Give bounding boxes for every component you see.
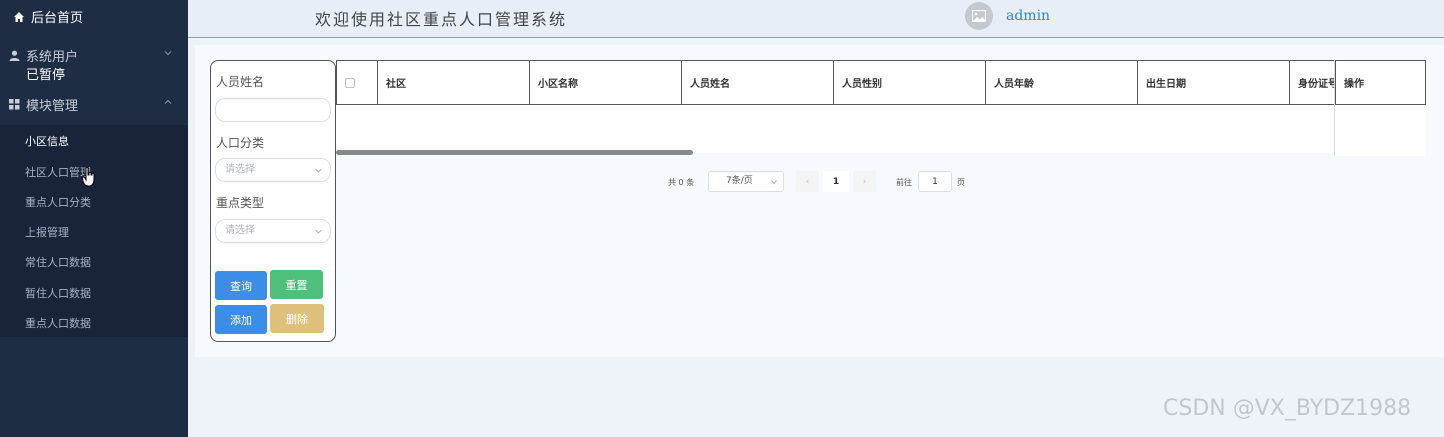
- column-header[interactable]: 身份证号: [1290, 61, 1340, 104]
- name-input[interactable]: [215, 98, 331, 122]
- reset-button[interactable]: 重置: [270, 270, 323, 299]
- user-status-label: 已暂停: [26, 68, 66, 83]
- key-type-select[interactable]: 请选择: [215, 219, 331, 243]
- home-icon: [14, 11, 24, 22]
- chevron-down-icon: [771, 180, 777, 185]
- sidebar-home[interactable]: 后台首页: [0, 0, 188, 33]
- image-icon: [972, 10, 986, 22]
- current-page[interactable]: 1: [823, 171, 849, 192]
- operation-column: 操作: [1334, 60, 1426, 156]
- page-title: 欢迎使用社区重点人口管理系统: [315, 10, 568, 29]
- table-header: 社区 小区名称 人员姓名 人员性别 人员年龄 出生日期 身份证号: [336, 60, 1426, 105]
- sidebar-item-temporary-data[interactable]: 暂住人口数据: [0, 278, 188, 308]
- chevron-up-icon: [164, 99, 172, 104]
- delete-button[interactable]: 删除: [270, 304, 324, 333]
- sidebar-item-key-category[interactable]: 重点人口分类: [0, 187, 188, 217]
- page-size-select[interactable]: 7条/页: [708, 171, 784, 192]
- sidebar-item-community-info[interactable]: 小区信息: [0, 126, 188, 156]
- page-size-value: 7条/页: [726, 176, 753, 186]
- category-label: 人口分类: [216, 136, 265, 150]
- operation-header: 操作: [1335, 60, 1426, 105]
- sidebar-group-modules[interactable]: 模块管理: [0, 94, 188, 114]
- pagination-total: 共 0 条: [668, 178, 695, 187]
- sidebar-group-users-label: 系统用户: [26, 49, 79, 65]
- sidebar-item-resident-data[interactable]: 常住人口数据: [0, 247, 188, 277]
- top-header: 欢迎使用社区重点人口管理系统 admin: [188, 0, 1444, 38]
- avatar[interactable]: [965, 2, 993, 30]
- column-header[interactable]: 小区名称: [530, 61, 682, 104]
- watermark: CSDN @VX_BYDZ1988: [1163, 396, 1412, 421]
- column-header[interactable]: 人员性别: [834, 61, 986, 104]
- horizontal-scrollbar[interactable]: [336, 150, 693, 155]
- page-suffix: 页: [957, 178, 965, 187]
- chevron-down-icon: [315, 168, 322, 173]
- query-button[interactable]: 查询: [215, 271, 267, 300]
- column-header[interactable]: 社区: [378, 61, 530, 104]
- chevron-down-icon: [164, 51, 172, 56]
- search-panel: 人员姓名 人口分类 请选择 重点类型 请选择 查询 重置 添加 删除: [210, 60, 336, 342]
- category-select[interactable]: 请选择: [215, 158, 331, 182]
- prev-page-button[interactable]: ‹: [796, 171, 819, 192]
- sidebar-group-modules-label: 模块管理: [26, 98, 79, 114]
- goto-page-input[interactable]: 1: [918, 171, 952, 192]
- key-type-label: 重点类型: [216, 196, 265, 210]
- key-type-placeholder: 请选择: [225, 225, 255, 236]
- column-header[interactable]: 出生日期: [1138, 61, 1290, 104]
- sidebar-item-report[interactable]: 上报管理: [0, 217, 188, 247]
- sidebar-item-key-data[interactable]: 重点人口数据: [0, 308, 188, 338]
- category-placeholder: 请选择: [225, 164, 255, 175]
- grid-icon: [9, 98, 20, 109]
- hand-cursor-icon: [82, 167, 95, 187]
- add-button[interactable]: 添加: [215, 305, 267, 334]
- column-header[interactable]: 人员年龄: [986, 61, 1138, 104]
- goto-label: 前往: [896, 178, 912, 187]
- sidebar-home-label: 后台首页: [31, 11, 84, 26]
- select-all-checkbox[interactable]: [345, 77, 355, 88]
- column-header[interactable]: 人员姓名: [682, 61, 834, 104]
- user-icon: [9, 50, 20, 61]
- next-page-button[interactable]: ›: [853, 171, 876, 192]
- chevron-down-icon: [315, 229, 322, 234]
- sidebar-group-users[interactable]: 系统用户: [0, 45, 188, 65]
- data-table: 社区 小区名称 人员姓名 人员性别 人员年龄 出生日期 身份证号 操作: [336, 60, 1426, 156]
- name-label: 人员姓名: [216, 75, 265, 89]
- username[interactable]: admin: [1006, 8, 1050, 24]
- sidebar: 后台首页 系统用户 已暂停 模块管理 小区信息 社区人口管理 重点人口分类 上报…: [0, 0, 188, 437]
- select-all-cell: [336, 61, 378, 104]
